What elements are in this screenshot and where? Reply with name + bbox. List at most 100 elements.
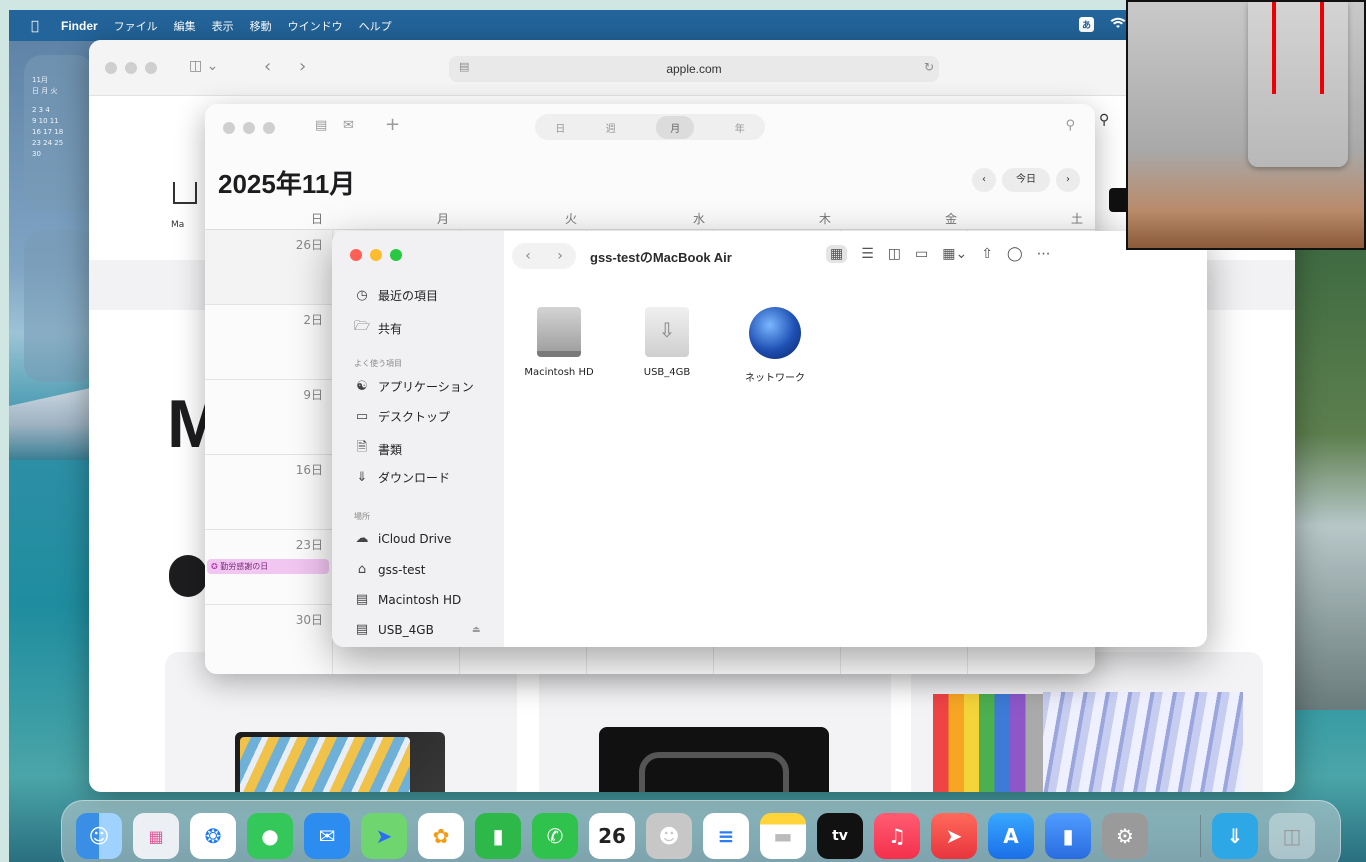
facetime-icon[interactable]: ▮ <box>475 813 521 859</box>
segment-year[interactable]: 年 <box>735 120 745 135</box>
minimize-button[interactable] <box>125 62 137 74</box>
tag-icon[interactable]: ◯ <box>1007 246 1023 262</box>
icon-view-icon[interactable]: ▦ <box>826 245 848 263</box>
more-icon[interactable]: ⋯ <box>1037 246 1051 262</box>
photos-icon[interactable]: ✿ <box>418 813 464 859</box>
mac-nav-label[interactable]: Ma <box>171 220 184 230</box>
menu-window[interactable]: ウインドウ <box>288 18 343 34</box>
sidebar-item-usb[interactable]: ▤ USB_4GB ⏏ <box>354 622 480 637</box>
input-method-icon[interactable]: あ <box>1078 17 1094 32</box>
sidebar-item-documents[interactable]: 🗎 書類 <box>354 438 402 460</box>
finder-item-network[interactable]: ネットワーク <box>730 307 820 384</box>
finder-icon[interactable]: ☺ <box>76 813 122 859</box>
calendar-event[interactable]: ✪ 勤労感謝の日 <box>207 559 329 574</box>
sidebar-item-recents[interactable]: ◷ 最近の項目 <box>354 287 438 304</box>
sidebar-item-label: 書類 <box>378 442 403 457</box>
tv-label: tv <box>832 828 848 844</box>
search-icon[interactable]: ⚲ <box>1099 112 1109 128</box>
calendar-icon[interactable]: 26 <box>589 813 635 859</box>
calendar-list-icon[interactable]: ▤ <box>315 118 327 133</box>
back-icon[interactable]: ‹ <box>264 56 271 77</box>
forward-icon[interactable]: › <box>299 56 306 77</box>
macbook-air-wallpaper <box>240 737 410 792</box>
close-button[interactable] <box>350 249 362 261</box>
hero-button[interactable] <box>169 555 207 597</box>
day-number: 16日 <box>295 463 323 477</box>
segment-day[interactable]: 日 <box>555 120 565 135</box>
address-bar[interactable]: apple.com <box>449 56 939 82</box>
day-cell[interactable]: 26日 <box>205 230 335 305</box>
sidebar-item-icloud-drive[interactable]: ☁ iCloud Drive <box>354 531 452 546</box>
menu-view[interactable]: 表示 <box>212 18 234 34</box>
iphone-mirroring-icon[interactable]: ▮ <box>1045 813 1091 859</box>
finder-item-usb[interactable]: ⇩ USB_4GB <box>622 307 712 378</box>
next-month-button[interactable]: › <box>1056 168 1080 192</box>
eject-icon[interactable]: ⏏ <box>472 625 481 635</box>
menu-file[interactable]: ファイル <box>114 18 158 34</box>
launchpad-icon[interactable]: ▦ <box>133 813 179 859</box>
mac-nav-icon[interactable] <box>173 182 197 204</box>
menu-app-finder[interactable]: Finder <box>61 19 98 33</box>
day-cell[interactable]: 30日 <box>205 605 335 674</box>
day-cell[interactable]: 9日 <box>205 380 335 455</box>
menu-help[interactable]: ヘルプ <box>359 18 392 34</box>
share-icon[interactable]: ⇧ <box>981 246 993 262</box>
reload-icon[interactable]: ↻ <box>924 60 934 74</box>
sidebar-item-shared[interactable]: 🗁 共有 <box>354 317 402 339</box>
notes-icon[interactable]: ▬ <box>760 813 806 859</box>
trash-icon[interactable]: ◫ <box>1269 813 1315 859</box>
sidebar-item-label: Macintosh HD <box>378 592 462 607</box>
group-icon[interactable]: ▦⌄ <box>942 246 967 262</box>
search-icon[interactable]: ⚲ <box>1065 118 1075 133</box>
minimize-button[interactable] <box>370 249 382 261</box>
safari-icon[interactable]: ❂ <box>190 813 236 859</box>
close-button[interactable] <box>223 122 235 134</box>
mail-icon[interactable]: ✉ <box>304 813 350 859</box>
forward-icon[interactable]: › <box>557 248 563 264</box>
today-button[interactable]: 今日 <box>1002 168 1050 192</box>
zoom-button[interactable] <box>390 249 402 261</box>
segment-week[interactable]: 週 <box>606 120 616 135</box>
gallery-view-icon[interactable]: ▭ <box>915 246 928 262</box>
previous-month-button[interactable]: ‹ <box>972 168 996 192</box>
widget[interactable] <box>24 230 94 382</box>
contacts-icon[interactable]: ☻ <box>646 813 692 859</box>
reminders-icon[interactable]: ≡ <box>703 813 749 859</box>
calendar-widget[interactable]: 11月 日 月 火 2 3 4 9 10 11 16 17 18 23 24 2… <box>24 55 94 210</box>
zoom-button[interactable] <box>145 62 157 74</box>
finder-window[interactable]: ◷ 最近の項目 🗁 共有 よく使う項目 ☯ アプリケーション ▭ デスクトップ … <box>332 231 1207 647</box>
rocket-icon[interactable]: ➤ <box>931 813 977 859</box>
phone-icon[interactable]: ✆ <box>532 813 578 859</box>
finder-item-macintosh-hd[interactable]: Macintosh HD <box>514 307 604 378</box>
day-cell[interactable]: 2日 <box>205 305 335 380</box>
close-button[interactable] <box>105 62 117 74</box>
maps-icon[interactable]: ➤ <box>361 813 407 859</box>
inbox-icon[interactable]: ✉ <box>343 118 354 133</box>
wifi-icon[interactable] <box>1110 17 1126 32</box>
sidebar-item-downloads[interactable]: ⇓ ダウンロード <box>354 469 450 486</box>
apple-menu-icon[interactable]:  <box>31 19 45 34</box>
weekday-sat: 土 <box>1071 212 1084 226</box>
menu-edit[interactable]: 編集 <box>174 18 196 34</box>
minimize-button[interactable] <box>243 122 255 134</box>
page-settings-icon[interactable]: ▤ <box>459 60 469 73</box>
downloads-folder-icon[interactable]: ⇓ <box>1212 813 1258 859</box>
zoom-button[interactable] <box>263 122 275 134</box>
sidebar-item-applications[interactable]: ☯ アプリケーション <box>354 378 474 395</box>
system-settings-icon[interactable]: ⚙ <box>1102 813 1148 859</box>
day-cell[interactable]: 16日 <box>205 455 335 530</box>
list-view-icon[interactable]: ☰ <box>861 246 874 262</box>
back-icon[interactable]: ‹ <box>525 248 531 264</box>
segment-month[interactable]: 月 <box>656 115 695 139</box>
sidebar-toggle-icon[interactable]: ◫ ⌄ <box>189 58 218 74</box>
sidebar-item-desktop[interactable]: ▭ デスクトップ <box>354 408 450 425</box>
menu-go[interactable]: 移動 <box>250 18 272 34</box>
apple-tv-icon[interactable]: tv <box>817 813 863 859</box>
sidebar-item-macintosh-hd[interactable]: ▤ Macintosh HD <box>354 592 461 607</box>
column-view-icon[interactable]: ◫ <box>888 246 901 262</box>
music-icon[interactable]: ♫ <box>874 813 920 859</box>
app-store-icon[interactable]: A <box>988 813 1034 859</box>
add-event-icon[interactable]: + <box>385 114 400 135</box>
sidebar-item-home[interactable]: ⌂ gss-test <box>354 562 426 577</box>
messages-icon[interactable]: ● <box>247 813 293 859</box>
